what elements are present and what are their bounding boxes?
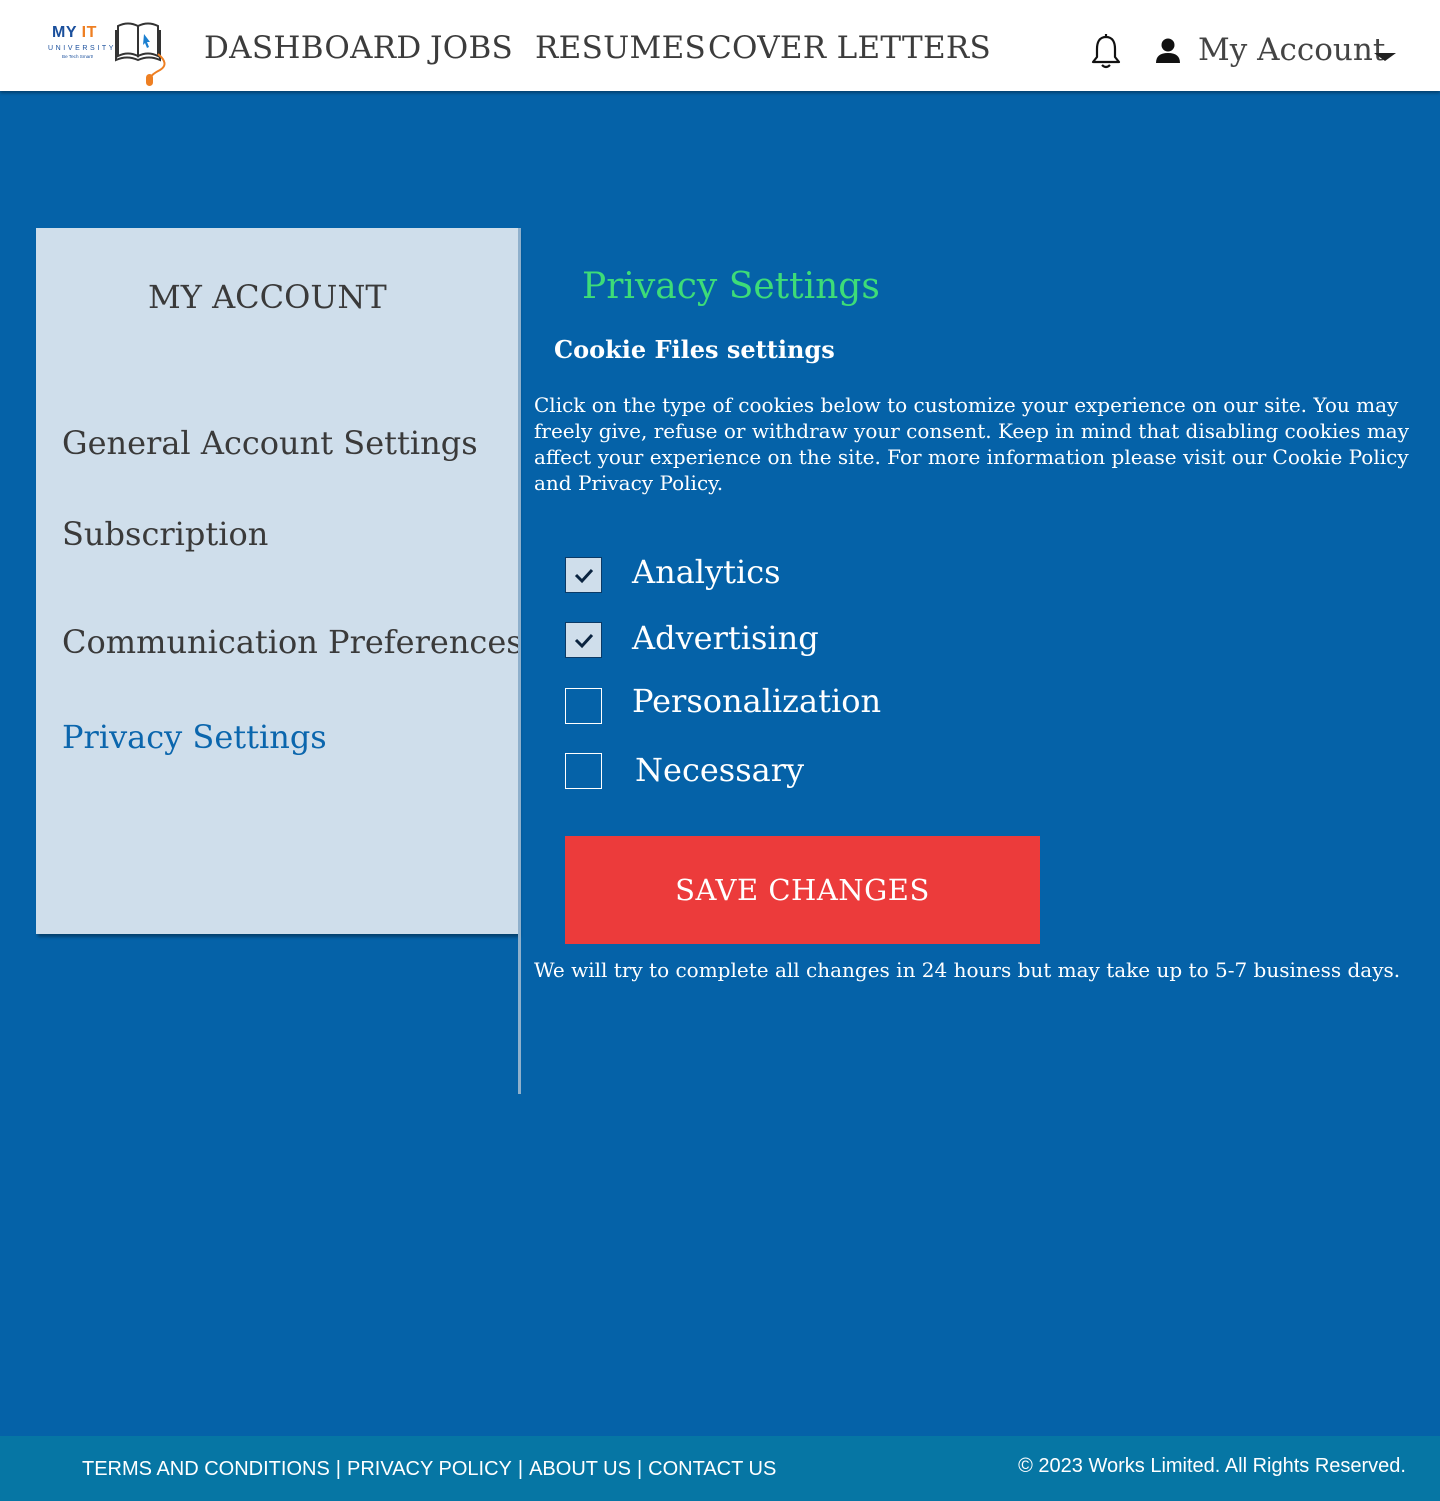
top-header: MY IT UNIVERSITY Be Tech Smart! DASHBOAR… [0,0,1440,91]
advertising-checkbox[interactable] [565,622,602,658]
book-mouse-icon [115,22,166,86]
account-sidebar: MY ACCOUNT General Account Settings Subs… [36,228,523,934]
copyright-text: © 2023 Works Limited. All Rights Reserve… [1018,1455,1406,1477]
section-subtitle: Cookie Files settings [554,335,835,364]
site-logo[interactable]: MY IT UNIVERSITY Be Tech Smart! [46,20,172,88]
sidebar-item-privacy-settings[interactable]: Privacy Settings [62,718,327,756]
nav-cover-letters[interactable]: COVER LETTERS [708,30,991,66]
nav-jobs[interactable]: JOBS [430,30,513,66]
advertising-label: Advertising [632,619,819,657]
footer-link-terms[interactable]: TERMS AND CONDITIONS [82,1458,330,1480]
footer-links: TERMS AND CONDITIONS | PRIVACY POLICY | ABOU… [82,1458,776,1481]
page-title: Privacy Settings [582,266,880,307]
nav-dashboard[interactable]: DASHBOARD [204,30,422,66]
sidebar-title: MY ACCOUNT [148,278,387,316]
personalization-label: Personalization [632,682,882,720]
logo-subtext: UNIVERSITY [48,45,117,52]
my-account-menu[interactable]: My Account [1198,32,1385,68]
logo-tagline: Be Tech Smart! [62,54,94,59]
save-changes-button[interactable]: SAVE CHANGES [565,836,1040,944]
nav-resumes[interactable]: RESUMES [535,30,706,66]
vertical-divider [518,228,521,1094]
footer-separator: | [636,1458,643,1480]
bell-icon[interactable] [1090,34,1122,70]
footer-separator: | [335,1458,341,1480]
cookie-description: Click on the type of cookies below to cu… [534,393,1409,495]
person-icon[interactable] [1154,37,1182,65]
footer-link-privacy-policy[interactable]: PRIVACY POLICY [347,1458,512,1480]
sidebar-item-subscription[interactable]: Subscription [62,515,268,553]
logo-text: MY IT [52,24,97,41]
processing-note: We will try to complete all changes in 2… [534,958,1401,982]
necessary-checkbox[interactable] [565,753,602,789]
analytics-label: Analytics [632,553,781,591]
personalization-checkbox[interactable] [565,688,602,724]
check-icon [574,568,594,584]
footer-link-about-us[interactable]: ABOUT US [529,1458,631,1480]
page-footer: TERMS AND CONDITIONS | PRIVACY POLICY | ABOU… [0,1436,1440,1501]
footer-link-contact-us[interactable]: CONTACT US [648,1458,776,1480]
necessary-label: Necessary [635,751,805,789]
check-icon [574,633,594,649]
sidebar-item-general-account-settings[interactable]: General Account Settings [62,424,478,462]
analytics-checkbox[interactable] [565,557,602,593]
caret-down-icon[interactable] [1374,52,1396,62]
footer-separator: | [517,1458,524,1480]
sidebar-item-communication-preferences[interactable]: Communication Preferences [62,623,523,661]
